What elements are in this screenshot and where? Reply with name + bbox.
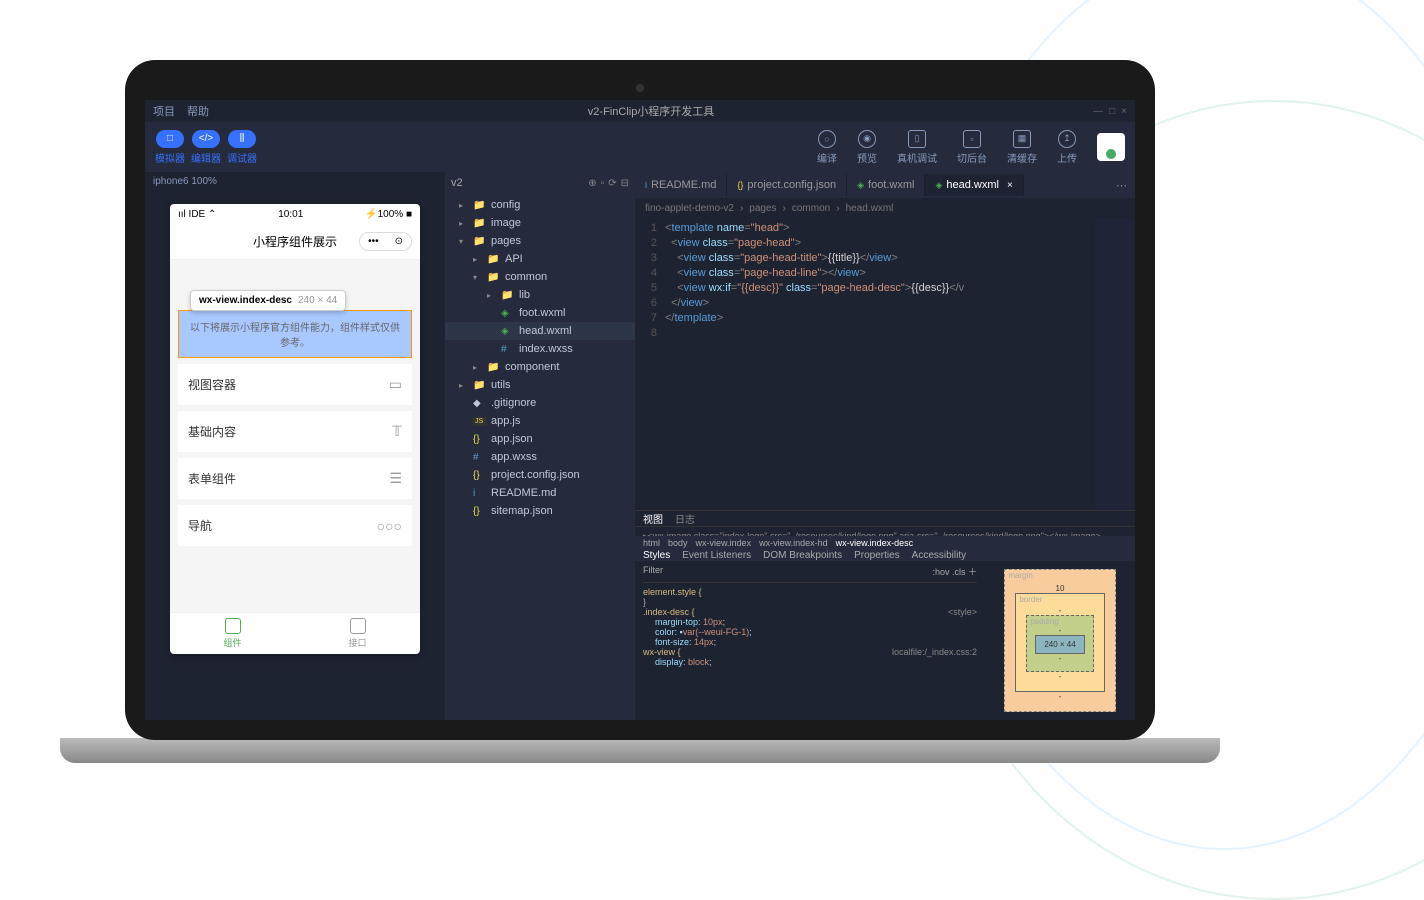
file-tree-item[interactable]: ▾📁common [445, 268, 635, 286]
refresh-icon[interactable]: ⟳ [608, 178, 616, 189]
box-model: margin10 border- padding- 240 × 44 - - - [985, 561, 1135, 720]
file-tree-item[interactable]: ◈foot.wxml [445, 304, 635, 322]
list-item[interactable]: 表单组件☰ [178, 458, 412, 499]
mode-debugger[interactable]: ⫼调试器 [227, 130, 257, 165]
list-item[interactable]: 基础内容𝕋 [178, 411, 412, 452]
file-tree-item[interactable]: ▸📁component [445, 358, 635, 376]
action-remote[interactable]: ▯真机调试 [897, 130, 937, 165]
mode-editor[interactable]: </>编辑器 [191, 130, 221, 165]
close-icon[interactable]: × [1121, 106, 1127, 117]
ide-screen: 项目 帮助 v2-FinClip小程序开发工具 — □ × □模拟器 </>编辑… [145, 100, 1135, 720]
project-root: v2 [451, 177, 463, 189]
mode-simulator[interactable]: □模拟器 [155, 130, 185, 165]
container-icon: ▭ [389, 376, 402, 393]
window-title: v2-FinClip小程序开发工具 [588, 103, 715, 119]
tab-api[interactable]: 接口 [295, 613, 420, 654]
status-time: 10:01 [278, 209, 303, 220]
page-title: 小程序组件展示 [253, 233, 337, 250]
dev-tab-log[interactable]: 日志 [675, 511, 695, 526]
editor-tabs: iREADME.md {}project.config.json ◈foot.w… [635, 172, 1135, 198]
text-icon: 𝕋 [392, 423, 402, 440]
maximize-icon[interactable]: □ [1109, 106, 1115, 117]
file-tree-item[interactable]: JSapp.js [445, 412, 635, 430]
phone-simulator: ııl IDE ⌃ 10:01 ⚡100% ■ 小程序组件展示 •••⊙ wx-… [170, 204, 420, 654]
code-editor[interactable]: 12345678 <template name="head"> <view cl… [635, 218, 1135, 510]
minimize-icon[interactable]: — [1093, 106, 1103, 117]
capsule-button[interactable]: •••⊙ [359, 232, 412, 251]
tab-readme[interactable]: iREADME.md [635, 174, 727, 196]
menu-icon: ☰ [389, 470, 402, 487]
file-tree-item[interactable]: #index.wxss [445, 340, 635, 358]
editor-panel: iREADME.md {}project.config.json ◈foot.w… [635, 172, 1135, 720]
action-cache[interactable]: ▦清缓存 [1007, 130, 1037, 165]
more-icon: ○○○ [377, 518, 402, 534]
accessibility-tab[interactable]: Accessibility [912, 550, 966, 561]
file-tree-item[interactable]: ◈head.wxml [445, 322, 635, 340]
status-battery: ⚡100% ■ [365, 209, 412, 220]
event-listeners-tab[interactable]: Event Listeners [682, 550, 751, 561]
dom-tree[interactable]: ▸<wx-image class="index-logo" src="../re… [635, 527, 1135, 536]
avatar[interactable] [1097, 133, 1125, 161]
new-folder-icon[interactable]: ▫ [601, 178, 605, 189]
tab-foot-wxml[interactable]: ◈foot.wxml [847, 174, 925, 196]
menu-project[interactable]: 项目 [153, 103, 175, 119]
file-tree-item[interactable]: ▸📁utils [445, 376, 635, 394]
collapse-icon[interactable]: ⊟ [621, 178, 629, 189]
file-tree-item[interactable]: #app.wxss [445, 448, 635, 466]
close-icon[interactable]: × [1007, 180, 1013, 191]
styles-panel[interactable]: Filter:hov .cls ＋ element.style { } .ind… [635, 561, 985, 720]
dev-tab-view[interactable]: 视图 [643, 511, 663, 526]
menubar: 项目 帮助 v2-FinClip小程序开发工具 — □ × [145, 100, 1135, 122]
laptop-mockup: 项目 帮助 v2-FinClip小程序开发工具 — □ × □模拟器 </>编辑… [60, 60, 1220, 800]
file-tree-item[interactable]: {}project.config.json [445, 466, 635, 484]
file-explorer: v2 ⊕ ▫ ⟳ ⊟ ▸📁config▸📁image▾📁pages▸📁API▾📁… [445, 172, 635, 720]
menu-help[interactable]: 帮助 [187, 103, 209, 119]
action-preview[interactable]: ◉预览 [857, 130, 877, 165]
device-info: iphone6 100% [145, 172, 445, 194]
action-upload[interactable]: ↥上传 [1057, 130, 1077, 165]
status-signal: ııl IDE ⌃ [178, 209, 216, 220]
file-tree-item[interactable]: ▸📁config [445, 196, 635, 214]
file-tree-item[interactable]: ▾📁pages [445, 232, 635, 250]
inspected-element: 以下将展示小程序官方组件能力，组件样式仅供参考。 [178, 310, 412, 358]
list-item[interactable]: 视图容器▭ [178, 364, 412, 405]
tab-project-config[interactable]: {}project.config.json [727, 174, 847, 196]
dom-breakpoints-tab[interactable]: DOM Breakpoints [763, 550, 842, 561]
file-tree-item[interactable]: ▸📁image [445, 214, 635, 232]
simulator-panel: iphone6 100% ııl IDE ⌃ 10:01 ⚡100% ■ 小程序… [145, 172, 445, 720]
new-file-icon[interactable]: ⊕ [588, 178, 596, 189]
toolbar: □模拟器 </>编辑器 ⫼调试器 ○编译 ◉预览 ▯真机调试 ▫切后台 ▦清缓存… [145, 122, 1135, 172]
dom-breadcrumb[interactable]: htmlbodywx-view.indexwx-view.index-hdwx-… [635, 536, 1135, 550]
inspector-tooltip: wx-view.index-desc240 × 44 [190, 290, 346, 311]
breadcrumb: fino-applet-demo-v2›pages›common›head.wx… [635, 198, 1135, 218]
tab-more-icon[interactable]: ⋯ [1108, 179, 1135, 192]
file-tree-item[interactable]: {}sitemap.json [445, 502, 635, 520]
tab-component[interactable]: 组件 [170, 613, 295, 654]
tab-head-wxml[interactable]: ◈head.wxml× [925, 174, 1023, 196]
devtools: 视图 日志 ▸<wx-image class="index-logo" src=… [635, 510, 1135, 720]
file-tree-item[interactable]: ▸📁lib [445, 286, 635, 304]
action-background[interactable]: ▫切后台 [957, 130, 987, 165]
file-tree-item[interactable]: ◆.gitignore [445, 394, 635, 412]
properties-tab[interactable]: Properties [854, 550, 900, 561]
action-compile[interactable]: ○编译 [817, 130, 837, 165]
minimap[interactable] [1095, 218, 1135, 510]
file-tree-item[interactable]: ▸📁API [445, 250, 635, 268]
list-item[interactable]: 导航○○○ [178, 505, 412, 546]
styles-tab[interactable]: Styles [643, 550, 670, 561]
file-tree-item[interactable]: iREADME.md [445, 484, 635, 502]
file-tree-item[interactable]: {}app.json [445, 430, 635, 448]
